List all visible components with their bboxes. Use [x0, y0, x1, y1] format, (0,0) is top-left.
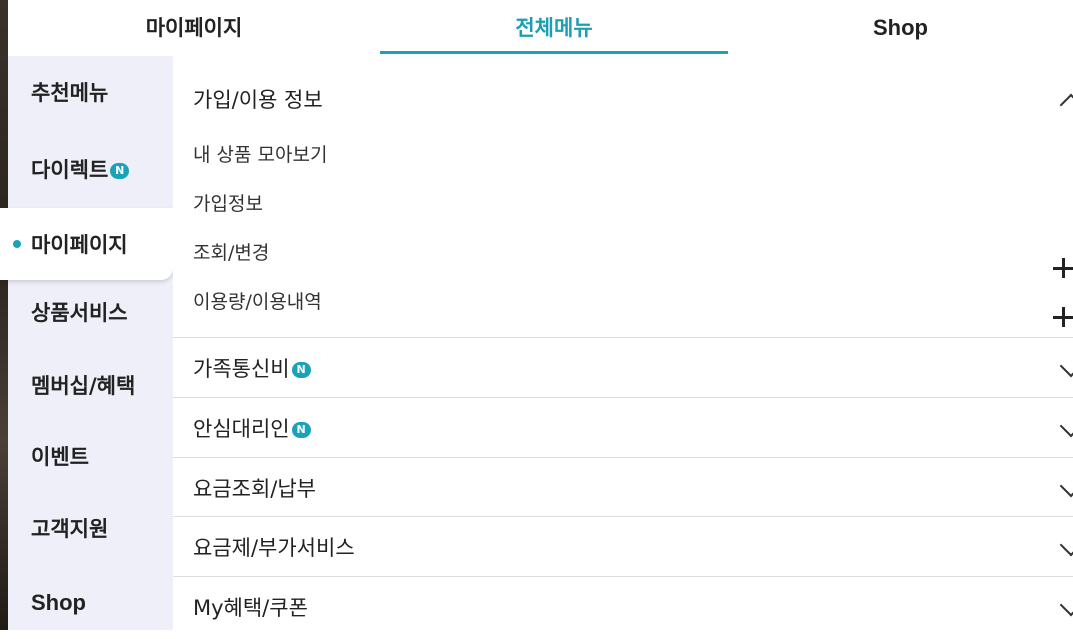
section-header-subscription-info[interactable]: 가입/이용 정보	[173, 69, 1073, 128]
submenu-subscription-info[interactable]: 가입정보	[193, 189, 263, 216]
section-title: 요금조회/납부	[193, 476, 316, 501]
chevron-up-icon[interactable]	[1059, 93, 1073, 116]
active-tab-indicator	[380, 51, 728, 54]
sidebar-item-shop[interactable]: Shop	[8, 567, 173, 639]
section-header-bill-payment[interactable]: 요금조회/납부	[173, 458, 1073, 517]
sidebar-item-recommended[interactable]: 추천메뉴	[8, 56, 173, 128]
tab-mypage[interactable]: 마이페이지	[8, 0, 380, 56]
submenu-my-products[interactable]: 내 상품 모아보기	[193, 140, 327, 167]
chevron-down-icon[interactable]	[1059, 414, 1073, 437]
sidebar-item-label: 다이렉트 N	[31, 154, 130, 184]
chevron-down-icon[interactable]	[1059, 593, 1073, 616]
chevron-down-icon[interactable]	[1059, 533, 1073, 556]
section-title: 가입/이용 정보	[193, 87, 323, 112]
section-title: 안심대리인 N	[193, 413, 311, 443]
sidebar-item-label: Shop	[31, 590, 86, 615]
sidebar-item-mypage[interactable]: 마이페이지	[0, 208, 173, 280]
sidebar-item-products[interactable]: 상품서비스	[8, 276, 173, 348]
menu-content: 가입/이용 정보 내 상품 모아보기 가입정보 조회/변경 이용량/이용내역 가…	[173, 56, 1073, 630]
submenu-usage-history[interactable]: 이용량/이용내역	[193, 287, 322, 314]
sidebar-item-label: 이벤트	[31, 445, 89, 469]
sidebar-item-label: 추천메뉴	[31, 81, 109, 105]
sidebar-item-event[interactable]: 이벤트	[8, 420, 173, 492]
sidebar-item-support[interactable]: 고객지원	[8, 492, 173, 564]
new-badge: N	[110, 163, 130, 179]
background-edge	[0, 0, 8, 630]
chevron-down-icon[interactable]	[1059, 474, 1073, 497]
section-header-family-telecom[interactable]: 가족통신비 N	[173, 338, 1073, 397]
plus-icon[interactable]	[1053, 307, 1073, 327]
section-header-my-benefits[interactable]: My혜택/쿠폰	[173, 577, 1073, 636]
new-badge: N	[291, 421, 311, 438]
sidebar-item-label: 고객지원	[31, 517, 109, 541]
sidebar: 추천메뉴 다이렉트 N 마이페이지 상품서비스 멤버십/혜택 이벤트 고객지원 S…	[0, 56, 173, 630]
sidebar-item-direct[interactable]: 다이렉트 N	[8, 133, 173, 205]
active-dot-icon	[13, 240, 21, 248]
top-tabs: 마이페이지 전체메뉴 Shop	[8, 0, 1073, 57]
plus-icon[interactable]	[1053, 258, 1073, 278]
sidebar-item-label: 마이페이지	[31, 233, 128, 257]
sidebar-item-label: 상품서비스	[31, 301, 128, 325]
tab-all-menu[interactable]: 전체메뉴	[380, 0, 728, 56]
tab-shop[interactable]: Shop	[728, 0, 1073, 56]
section-title: 가족통신비 N	[193, 353, 311, 383]
section-header-plans-services[interactable]: 요금제/부가서비스	[173, 517, 1073, 576]
section-header-safe-agent[interactable]: 안심대리인 N	[173, 398, 1073, 457]
sidebar-item-membership[interactable]: 멤버십/혜택	[8, 349, 173, 421]
sidebar-item-label: 멤버십/혜택	[31, 374, 136, 398]
submenu-inquiry-change[interactable]: 조회/변경	[193, 238, 269, 265]
section-title: My혜택/쿠폰	[193, 595, 308, 620]
section-title: 요금제/부가서비스	[193, 535, 355, 560]
chevron-down-icon[interactable]	[1059, 354, 1073, 377]
new-badge: N	[291, 361, 311, 378]
